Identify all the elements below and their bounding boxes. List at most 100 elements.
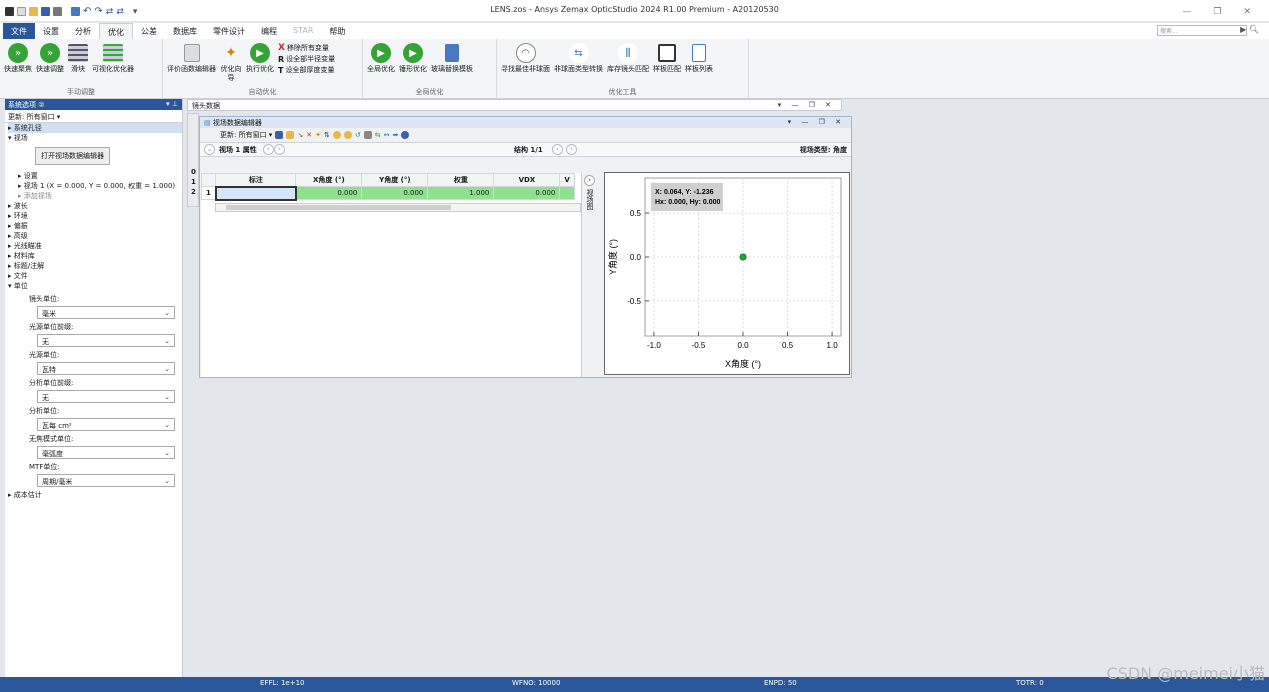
help-icon[interactable] xyxy=(401,131,410,139)
arrows-icon[interactable]: ↔ xyxy=(384,131,390,139)
search-icon[interactable]: ▶ 🔍︎ xyxy=(1240,25,1259,34)
prev-config-button[interactable]: ‹ xyxy=(552,144,563,155)
tree-title-notes[interactable]: ▸ 标题/注解 xyxy=(8,261,182,271)
row-number: 1 xyxy=(200,186,217,200)
field-point[interactable] xyxy=(739,253,747,261)
delete-icon[interactable]: ✕ xyxy=(306,131,312,139)
unit-select-value: 瓦特 xyxy=(42,366,56,374)
field-table: 标注 X角度 (°) Y角度 (°) 权重 VDX V 1 0.000 0.00… xyxy=(200,173,575,201)
tab-3[interactable]: 优化 xyxy=(99,23,133,39)
x-tick-label: -0.5 xyxy=(692,341,706,350)
v-cell[interactable] xyxy=(559,186,575,200)
tab-1[interactable]: 设置 xyxy=(35,23,67,39)
set-radius-variables-button[interactable]: R 设全部半径变量 xyxy=(278,54,335,64)
fde-window-controls[interactable]: ▾ — ❐ ✕ xyxy=(788,118,845,126)
col-y-angle[interactable]: Y角度 (°) xyxy=(361,173,429,187)
x-tick-label: 1.0 xyxy=(827,341,839,350)
tab-0[interactable]: 文件 xyxy=(3,23,35,39)
save-icon[interactable] xyxy=(275,131,284,139)
tree-advanced[interactable]: ▸ 高级 xyxy=(8,231,182,241)
scroll-thumb[interactable] xyxy=(226,205,451,210)
col-weight[interactable]: 权重 xyxy=(427,173,495,187)
lens-data-window-controls[interactable]: ▾ — ❐ ✕ xyxy=(778,101,835,109)
col-comment[interactable]: 标注 xyxy=(215,173,297,187)
chevron-down-icon: ⌄ xyxy=(164,393,170,401)
next-field-button[interactable]: › xyxy=(273,144,285,155)
minimize-icon[interactable]: — xyxy=(1182,7,1191,17)
search-input[interactable]: 搜索... xyxy=(1157,25,1247,36)
tree-material[interactable]: ▸ 材料库 xyxy=(8,251,182,261)
unit-select[interactable]: 毫米 ⌄ xyxy=(37,306,175,319)
col-x-angle[interactable]: X角度 (°) xyxy=(295,173,363,187)
window-controls: — ❐ ✕ xyxy=(1182,7,1251,17)
open-field-editor-button[interactable]: 打开视场数据编辑器 xyxy=(35,147,110,165)
vdx-cell[interactable]: 0.000 xyxy=(493,186,561,200)
comment-cell[interactable] xyxy=(214,185,297,201)
wizard-icon[interactable]: ✦ xyxy=(315,131,321,139)
close-icon[interactable]: ✕ xyxy=(1243,7,1251,17)
tab-8[interactable]: STAR xyxy=(285,23,321,39)
field-plot-side-tab[interactable]: › 视场图 xyxy=(583,172,597,377)
clear-vignetting-icon[interactable] xyxy=(343,131,352,139)
next-icon[interactable]: ➡ xyxy=(392,131,398,139)
convert-field-icon[interactable]: ↺ xyxy=(355,131,361,139)
tree-aperture[interactable]: ▸ 系统孔径 xyxy=(8,123,182,133)
quick-adjust-icon: » xyxy=(40,43,60,63)
unit-select[interactable]: 毫弧度 ⌄ xyxy=(37,446,175,459)
unit-select[interactable]: 瓦每 cm² ⌄ xyxy=(37,418,175,431)
lens-data-window: 镜头数据 ▾ — ❐ ✕ xyxy=(187,99,842,111)
plate-list-icon xyxy=(692,44,706,62)
vignetting-icon[interactable] xyxy=(332,131,341,139)
toggle-icon[interactable] xyxy=(363,131,372,139)
tree-units[interactable]: ▾ 单位 xyxy=(8,281,182,291)
tab-2[interactable]: 分析 xyxy=(67,23,99,39)
open-icon[interactable] xyxy=(286,131,295,139)
tree-wavelength[interactable]: ▸ 波长 xyxy=(8,201,182,211)
collapse-icon[interactable]: ⌄ xyxy=(204,144,215,155)
restore-icon[interactable]: ❐ xyxy=(1213,7,1221,17)
col-vdx[interactable]: VDX xyxy=(493,173,561,187)
weight-cell[interactable]: 1.000 xyxy=(427,186,495,200)
col-v[interactable]: V xyxy=(559,173,575,187)
tree-environment[interactable]: ▸ 环境 xyxy=(8,211,182,221)
tab-7[interactable]: 编程 xyxy=(253,23,285,39)
unit-select[interactable]: 无 ⌄ xyxy=(37,390,175,403)
tab-6[interactable]: 零件设计 xyxy=(205,23,253,39)
tab-9[interactable]: 帮助 xyxy=(321,23,353,39)
unit-select[interactable]: 瓦特 ⌄ xyxy=(37,362,175,375)
tree-cost[interactable]: ▸ 成本估计 xyxy=(8,490,182,500)
red-x-icon: X xyxy=(278,43,285,53)
unit-select[interactable]: 周期/毫米 ⌄ xyxy=(37,474,175,487)
expand-icon[interactable]: › xyxy=(584,175,595,186)
tree-ray-aiming[interactable]: ▸ 光线瞄准 xyxy=(8,241,182,251)
tree-fields[interactable]: ▾ 视场 xyxy=(8,133,182,143)
unit-select[interactable]: 无 ⌄ xyxy=(37,334,175,347)
y-angle-cell[interactable]: 0.000 xyxy=(361,186,429,200)
fde-update-dropdown[interactable]: 更新: 所有窗口 ▾ xyxy=(220,130,272,140)
pin-icon[interactable]: ▾ ⊥ xyxy=(166,100,178,108)
tree-add-field[interactable]: ▸ 添加视场 xyxy=(8,191,182,201)
chevron-down-icon: ⌄ xyxy=(164,449,170,457)
lens-data-underlay: 0 1 2 xyxy=(187,113,199,207)
tree-files[interactable]: ▸ 文件 xyxy=(8,271,182,281)
remove-variables-button[interactable]: X 移除所有变量 xyxy=(278,43,335,53)
sort-icon[interactable]: ⇅ xyxy=(324,131,330,139)
ribbon-tabs: 文件 设置 分析 优化 公差 数据库 零件设计 编程 STAR 帮助 xyxy=(0,23,1269,39)
transfer-icon[interactable]: ⇆ xyxy=(375,131,381,139)
horizontal-scrollbar[interactable] xyxy=(215,203,581,212)
tab-5[interactable]: 数据库 xyxy=(165,23,205,39)
set-thickness-variables-button[interactable]: T 设全部厚度变量 xyxy=(278,65,335,75)
tree-field-settings[interactable]: ▸ 设置 xyxy=(8,171,182,181)
tab-4[interactable]: 公差 xyxy=(133,23,165,39)
status-effl: EFFL: 1e+10 xyxy=(260,679,305,687)
y-tick-label: 0.0 xyxy=(630,253,642,262)
update-dropdown[interactable]: 更新: 所有窗口 ▾ xyxy=(5,110,182,123)
insert-icon[interactable]: ↘ xyxy=(297,131,303,139)
next-config-button[interactable]: › xyxy=(566,144,577,155)
tree-polarization[interactable]: ▸ 偏振 xyxy=(8,221,182,231)
tree-field-1[interactable]: ▸ 视场 1 (X = 0.000, Y = 0.000, 权重 = 1.000… xyxy=(8,181,182,191)
editor-icon: ▤ xyxy=(204,119,211,127)
prev-field-button[interactable]: ‹ xyxy=(262,144,274,155)
x-angle-cell[interactable]: 0.000 xyxy=(295,186,363,200)
unit-label: 镜头单位: xyxy=(29,295,60,303)
